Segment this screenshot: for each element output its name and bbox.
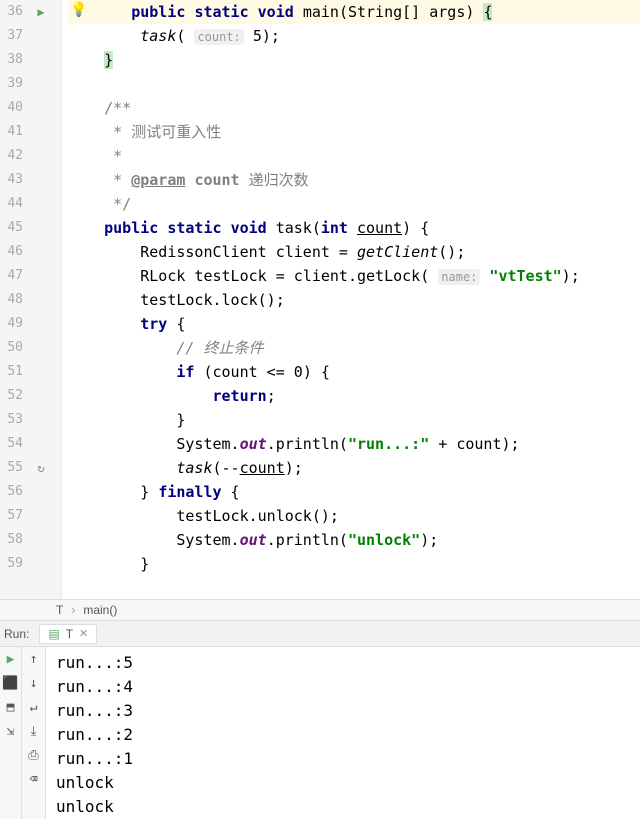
line-number: 53	[0, 408, 25, 432]
line-number: 40	[0, 96, 25, 120]
line-number: 54	[0, 432, 25, 456]
code-line: public static void main(String[] args) {	[68, 0, 640, 24]
line-number: 36	[0, 0, 25, 24]
chevron-right-icon: ›	[71, 603, 75, 617]
run-config-tab[interactable]: ▤ T ✕	[39, 624, 97, 644]
line-number: 55	[0, 456, 25, 480]
code-line: }	[68, 48, 640, 72]
line-number: 47	[0, 264, 25, 288]
breadcrumb-method[interactable]: main()	[83, 603, 117, 617]
rerun-icon[interactable]: ▶	[3, 651, 19, 667]
code-line: */	[68, 192, 640, 216]
line-number: 59	[0, 552, 25, 576]
close-icon[interactable]: ✕	[79, 627, 88, 640]
code-line: // 终止条件	[68, 336, 640, 360]
line-number: 39	[0, 72, 25, 96]
run-gutter-icon[interactable]: ▶	[37, 0, 44, 24]
line-number: 38	[0, 48, 25, 72]
console-output[interactable]: run...:5 run...:4 run...:3 run...:2 run.…	[46, 647, 640, 819]
code-line: task(--count);	[68, 456, 640, 480]
run-label: Run:	[4, 627, 29, 641]
code-line: testLock.unlock();	[68, 504, 640, 528]
line-number: 56	[0, 480, 25, 504]
code-line: RLock testLock = client.getLock( name: "…	[68, 264, 640, 288]
line-number: 58	[0, 528, 25, 552]
gutter: 36▶ 37 38 39 40 41 42 43 44 45 46 47 48 …	[0, 0, 62, 599]
code-line: }	[68, 408, 640, 432]
console-line: unlock	[56, 771, 630, 795]
code-line: *	[68, 144, 640, 168]
code-line: return;	[68, 384, 640, 408]
code-line: * @param count 递归次数	[68, 168, 640, 192]
run-tab-label: T	[66, 627, 73, 641]
print-icon[interactable]: ⎙	[26, 747, 42, 763]
console-line: unlock	[56, 795, 630, 819]
code-area[interactable]: public static void main(String[] args) {…	[62, 0, 640, 599]
line-number: 42	[0, 144, 25, 168]
breadcrumb-class[interactable]: T	[56, 603, 63, 617]
code-line: System.out.println("unlock");	[68, 528, 640, 552]
down-stack-icon[interactable]: ↓	[26, 675, 42, 691]
code-line: * 测试可重入性	[68, 120, 640, 144]
recursion-gutter-icon[interactable]: ↻	[37, 456, 44, 480]
breadcrumb[interactable]: T › main()	[0, 599, 640, 621]
stop-icon[interactable]: ⬛	[3, 675, 19, 691]
code-line: /**	[68, 96, 640, 120]
line-number: 46	[0, 240, 25, 264]
code-line: System.out.println("run...:" + count);	[68, 432, 640, 456]
editor-area: 36▶ 37 38 39 40 41 42 43 44 45 46 47 48 …	[0, 0, 640, 599]
line-number: 49	[0, 312, 25, 336]
pin-icon[interactable]: ⇲	[3, 723, 19, 739]
code-line: if (count <= 0) {	[68, 360, 640, 384]
console-line: run...:5	[56, 651, 630, 675]
console-line: run...:1	[56, 747, 630, 771]
code-line: testLock.lock();	[68, 288, 640, 312]
line-number: 41	[0, 120, 25, 144]
intention-bulb-icon[interactable]: 💡	[70, 2, 87, 18]
run-toolbar-primary: ▶ ⬛ ⬒ ⇲	[0, 647, 22, 819]
code-line: try {	[68, 312, 640, 336]
line-number: 43	[0, 168, 25, 192]
run-tab-icon: ▤	[48, 627, 59, 641]
code-line: }	[68, 552, 640, 576]
line-number: 52	[0, 384, 25, 408]
code-line: task( count: 5);	[68, 24, 640, 48]
scroll-to-end-icon[interactable]: ⤓	[26, 723, 42, 739]
console-line: run...:2	[56, 723, 630, 747]
restore-layout-icon[interactable]: ⬒	[3, 699, 19, 715]
run-header: Run: ▤ T ✕	[0, 621, 640, 647]
line-number: 37	[0, 24, 25, 48]
soft-wrap-icon[interactable]: ↵	[26, 699, 42, 715]
clear-icon[interactable]: ⌫	[26, 771, 42, 787]
code-line: } finally {	[68, 480, 640, 504]
run-toolbar-secondary: ↑ ↓ ↵ ⤓ ⎙ ⌫	[22, 647, 46, 819]
code-line: public static void task(int count) {	[68, 216, 640, 240]
line-number: 48	[0, 288, 25, 312]
console-line: run...:3	[56, 699, 630, 723]
console-line: run...:4	[56, 675, 630, 699]
line-number: 44	[0, 192, 25, 216]
line-number: 45	[0, 216, 25, 240]
run-tool-window: ▶ ⬛ ⬒ ⇲ ↑ ↓ ↵ ⤓ ⎙ ⌫ run...:5 run...:4 ru…	[0, 647, 640, 819]
up-stack-icon[interactable]: ↑	[26, 651, 42, 667]
line-number: 51	[0, 360, 25, 384]
line-number: 57	[0, 504, 25, 528]
code-line	[68, 72, 640, 96]
code-line: RedissonClient client = getClient();	[68, 240, 640, 264]
line-number: 50	[0, 336, 25, 360]
